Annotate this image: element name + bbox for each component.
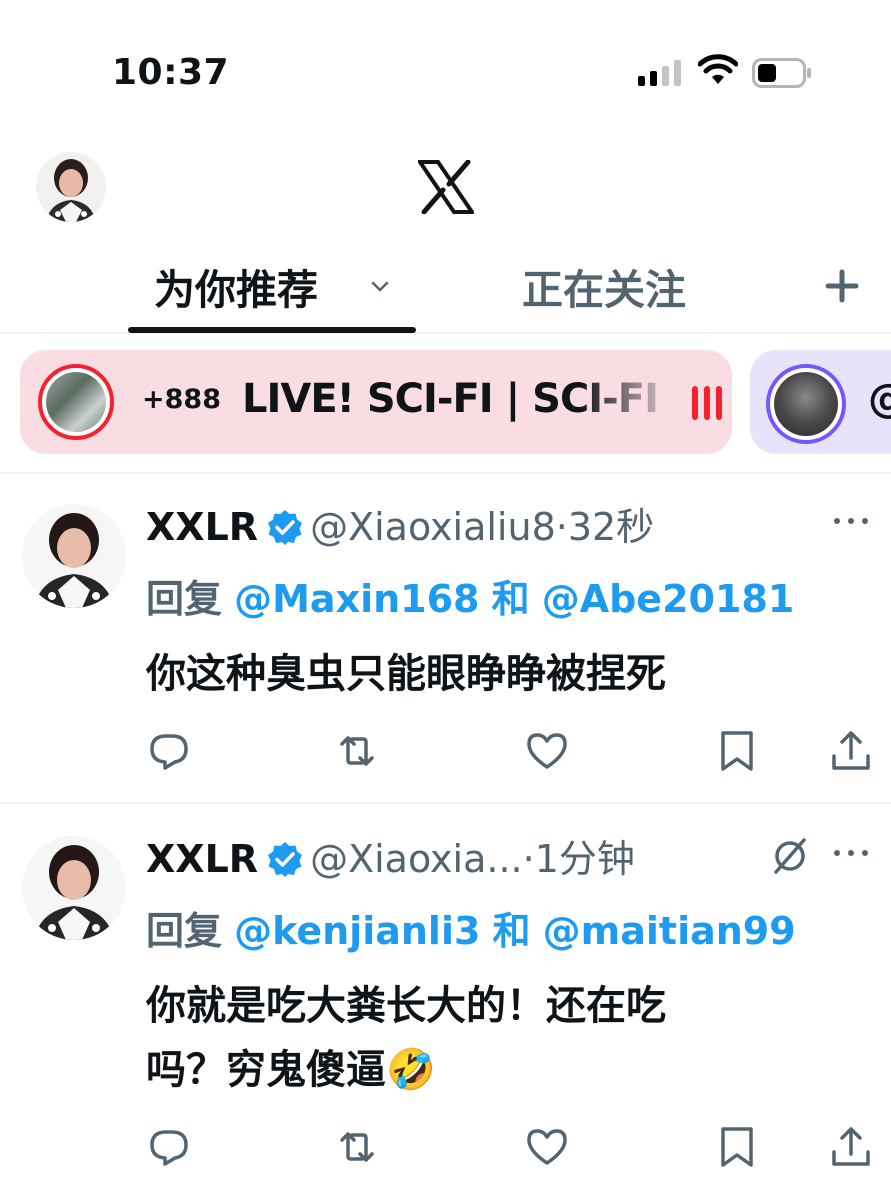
reply-mention[interactable]: @Maxin168 <box>234 577 479 621</box>
cellular-signal-icon <box>638 60 684 86</box>
tweet-actions <box>0 1124 891 1174</box>
like-icon[interactable] <box>524 1124 570 1170</box>
tweet-text: 你这种臭虫只能眼睁睁被捏死 <box>146 651 666 697</box>
tweet[interactable]: XXLR @Xiaoxialiu8·32秒 回复 @Maxin168 和 @Abe… <box>0 474 891 804</box>
audio-equalizer-icon <box>692 386 732 420</box>
tweet-text-line: 你就是吃大粪长大的！还在吃 <box>146 983 666 1029</box>
space-host-avatar-2 <box>766 364 846 444</box>
add-tab-icon[interactable] <box>822 266 862 306</box>
battery-icon <box>752 58 811 88</box>
spaces-bar: +888 LIVE! SCI-FI | SCI-FI @ <box>0 334 891 474</box>
more-options-icon[interactable] <box>834 850 868 860</box>
like-icon[interactable] <box>524 728 570 774</box>
wifi-icon <box>698 54 738 84</box>
active-tab-indicator <box>128 327 416 333</box>
chevron-down-icon[interactable] <box>366 272 394 300</box>
more-options-icon[interactable] <box>834 518 868 528</box>
tweet-text: 你就是吃大粪长大的！还在吃 吗？穷鬼傻逼🤣 <box>146 974 846 1102</box>
author-name[interactable]: XXLR <box>146 505 258 549</box>
bookmark-icon[interactable] <box>714 728 760 774</box>
reply-icon[interactable] <box>146 1124 192 1170</box>
status-time: 10:37 <box>112 52 230 93</box>
tweet-time[interactable]: ·1分钟 <box>523 837 635 881</box>
reply-mention[interactable]: @Abe20181 <box>542 577 795 621</box>
tab-for-you[interactable]: 为你推荐 <box>128 246 416 333</box>
space-card-live[interactable]: +888 LIVE! SCI-FI | SCI-FI <box>20 350 732 454</box>
verified-badge-icon[interactable] <box>266 508 304 546</box>
reply-icon[interactable] <box>146 728 192 774</box>
profile-avatar[interactable] <box>36 152 106 222</box>
tweet[interactable]: XXLR @Xiaoxia...·1分钟 回复 @kenjianli3 和 @ma… <box>0 806 891 1200</box>
space-host-avatar <box>38 364 114 440</box>
tweet-author-avatar[interactable] <box>22 504 126 608</box>
reply-joiner: 和 <box>492 909 531 953</box>
status-bar: 10:37 <box>0 0 891 140</box>
grok-icon[interactable] <box>770 836 810 876</box>
verified-badge-icon[interactable] <box>266 840 304 878</box>
tweet-header: XXLR @Xiaoxia...·1分钟 <box>146 828 635 882</box>
reply-joiner: 和 <box>491 577 530 621</box>
reply-prefix: 回复 <box>146 909 223 953</box>
space-listener-count: +888 <box>142 384 221 415</box>
tweet-time[interactable]: ·32秒 <box>556 505 654 549</box>
repost-icon[interactable] <box>334 1124 380 1170</box>
reply-mention[interactable]: @maitian99 <box>543 909 796 953</box>
tweet-text-line: 吗？穷鬼傻逼🤣 <box>146 1047 436 1093</box>
x-logo-icon[interactable] <box>418 160 474 214</box>
author-handle[interactable]: @Xiaoxialiu8 <box>310 505 556 549</box>
timeline-tabs: 为你推荐 正在关注 <box>0 246 891 334</box>
reply-prefix: 回复 <box>146 577 223 621</box>
space-title-2: @ <box>868 376 891 422</box>
tweet-actions <box>0 728 891 778</box>
space-card-2[interactable]: @ <box>750 350 891 454</box>
tweet-header: XXLR @Xiaoxialiu8·32秒 <box>146 496 654 550</box>
share-icon[interactable] <box>828 728 874 774</box>
share-icon[interactable] <box>828 1124 874 1170</box>
tab-for-you-label: 为你推荐 <box>154 266 318 314</box>
reply-mention[interactable]: @kenjianli3 <box>234 909 480 953</box>
reply-context: 回复 @kenjianli3 和 @maitian99 <box>146 900 796 955</box>
repost-icon[interactable] <box>334 728 380 774</box>
tab-following[interactable]: 正在关注 <box>522 256 686 316</box>
reply-context: 回复 @Maxin168 和 @Abe20181 <box>146 568 794 623</box>
author-name[interactable]: XXLR <box>146 837 258 881</box>
bookmark-icon[interactable] <box>714 1124 760 1170</box>
tweet-author-avatar[interactable] <box>22 836 126 940</box>
author-handle[interactable]: @Xiaoxia... <box>310 837 523 881</box>
